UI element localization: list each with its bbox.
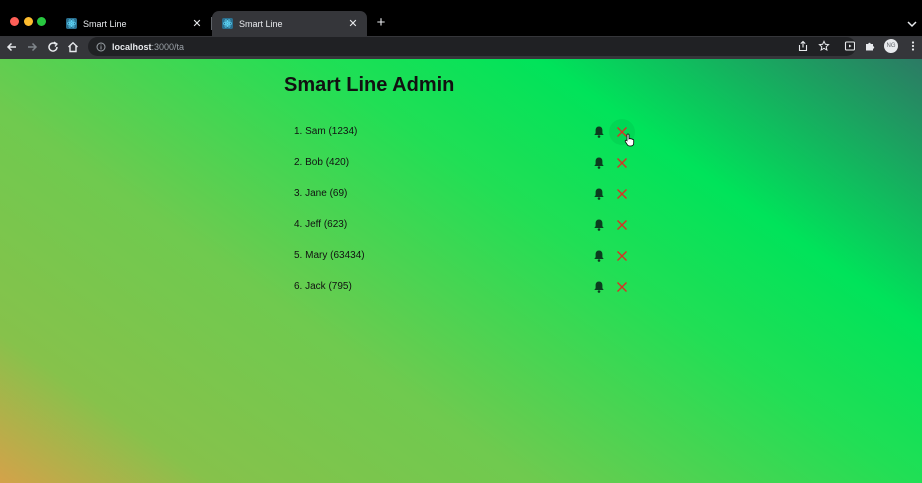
profile-avatar[interactable]: NG	[884, 39, 898, 53]
close-icon	[617, 188, 627, 199]
browser-tab-2[interactable]: Smart Line ✕	[212, 11, 367, 36]
url-text: localhost:3000/ta	[112, 42, 184, 52]
bell-icon[interactable]	[592, 125, 606, 139]
close-icon	[617, 250, 627, 261]
tab-close-icon[interactable]: ✕	[191, 18, 203, 30]
queue-item: 5. Mary (63434)	[284, 240, 644, 271]
bookmark-star-icon[interactable]	[818, 40, 830, 52]
reload-icon[interactable]	[46, 40, 60, 54]
bell-icon[interactable]	[592, 249, 606, 263]
kebab-menu-icon[interactable]	[907, 40, 919, 52]
remove-button[interactable]	[614, 155, 630, 171]
react-favicon-icon	[222, 18, 233, 29]
url-host: localhost	[112, 41, 152, 52]
queue-item: 2. Bob (420)	[284, 147, 644, 178]
tab-title: Smart Line	[239, 18, 283, 29]
address-bar[interactable]: localhost:3000/ta	[88, 37, 856, 56]
extensions-puzzle-icon[interactable]	[864, 40, 876, 52]
queue-item-label: 4. Jeff (623)	[294, 219, 348, 230]
tab-close-icon[interactable]: ✕	[347, 18, 359, 30]
bell-icon[interactable]	[592, 218, 606, 232]
queue-item: 6. Jack (795)	[284, 271, 644, 302]
close-icon	[617, 281, 627, 292]
back-arrow-icon[interactable]	[5, 40, 19, 54]
home-icon[interactable]	[66, 40, 80, 54]
window-zoom-button[interactable]	[37, 17, 46, 26]
close-icon	[617, 126, 627, 137]
new-tab-button[interactable]: +	[374, 15, 388, 30]
window-close-button[interactable]	[10, 17, 19, 26]
react-favicon-icon	[66, 18, 77, 29]
site-info-icon[interactable]	[96, 42, 106, 52]
queue-list: 1. Sam (1234) 2. Bob (420) 3. Jane (69) …	[284, 116, 644, 302]
remove-button[interactable]	[614, 248, 630, 264]
queue-item: 4. Jeff (623)	[284, 209, 644, 240]
browser-tab-1[interactable]: Smart Line ✕	[56, 11, 211, 36]
remove-button[interactable]	[614, 217, 630, 233]
page-title: Smart Line Admin	[284, 74, 455, 96]
bell-icon[interactable]	[592, 280, 606, 294]
browser-chrome: Smart Line ✕ Smart Line ✕ + localhost:30…	[0, 0, 922, 59]
forward-arrow-icon[interactable]	[25, 40, 39, 54]
queue-item-label: 2. Bob (420)	[294, 157, 350, 168]
tab-search-chevron-icon[interactable]	[906, 18, 918, 30]
page-content: Smart Line Admin 1. Sam (1234) 2. Bob (4…	[0, 59, 922, 483]
close-icon	[617, 219, 627, 230]
queue-item-label: 3. Jane (69)	[294, 188, 348, 199]
media-router-icon[interactable]	[844, 40, 856, 52]
window-minimize-button[interactable]	[24, 17, 33, 26]
queue-item-label: 6. Jack (795)	[294, 281, 352, 292]
remove-button[interactable]	[614, 279, 630, 295]
bell-icon[interactable]	[592, 187, 606, 201]
remove-button[interactable]	[614, 186, 630, 202]
bell-icon[interactable]	[592, 156, 606, 170]
close-icon	[617, 157, 627, 168]
queue-item: 3. Jane (69)	[284, 178, 644, 209]
queue-item-label: 5. Mary (63434)	[294, 250, 365, 261]
url-path: :3000/ta	[151, 41, 185, 52]
queue-item: 1. Sam (1234)	[284, 116, 644, 147]
remove-button[interactable]	[609, 118, 635, 145]
tab-title: Smart Line	[83, 18, 127, 29]
queue-item-label: 1. Sam (1234)	[294, 126, 358, 137]
share-icon[interactable]	[797, 40, 809, 52]
tab-strip: Smart Line ✕ Smart Line ✕ +	[0, 0, 922, 36]
